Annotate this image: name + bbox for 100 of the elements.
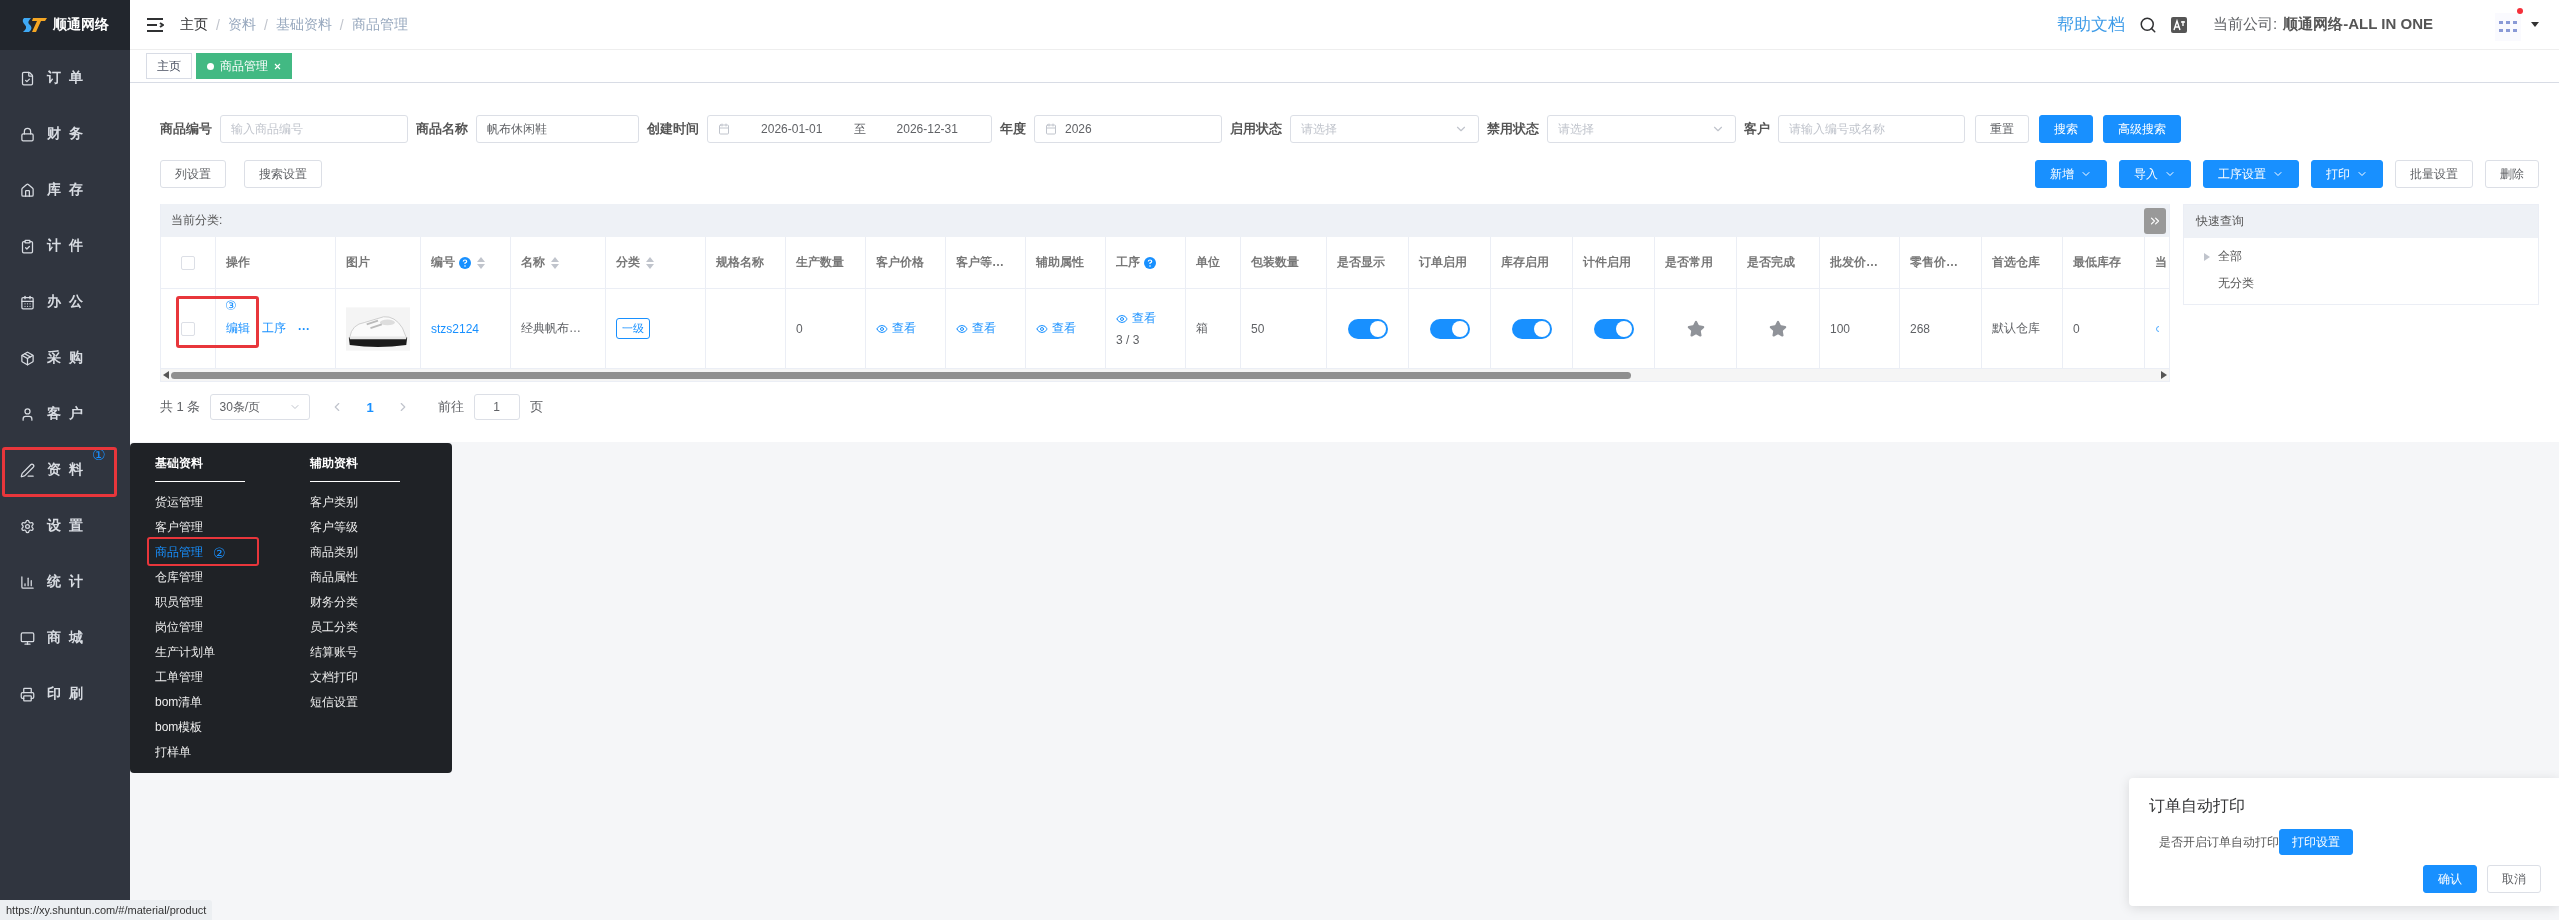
- company-label: 当前公司:: [2213, 15, 2278, 34]
- menu-item[interactable]: 结算账号: [310, 640, 400, 665]
- cancel-button[interactable]: 取消: [2487, 865, 2541, 893]
- sort-icon[interactable]: [551, 256, 559, 269]
- column-header: 库存启用: [1501, 254, 1549, 271]
- settings-button[interactable]: 搜索设置: [244, 160, 322, 188]
- menu-icon[interactable]: [146, 17, 164, 32]
- star-icon[interactable]: [1686, 319, 1705, 338]
- sidebar-item-icon: [20, 350, 35, 366]
- filter-label: 创建时间: [647, 120, 699, 138]
- menu-item[interactable]: 工单管理: [155, 665, 245, 690]
- menu-item[interactable]: 商品管理 ②: [155, 540, 245, 565]
- menu-item[interactable]: 商品类别: [310, 540, 400, 565]
- sidebar-item[interactable]: 库存: [0, 162, 130, 218]
- toolbar-button[interactable]: 删除: [2485, 160, 2539, 188]
- page-size-select[interactable]: 30条/页: [210, 394, 311, 420]
- sidebar-item[interactable]: 统计: [0, 554, 130, 610]
- breadcrumb-separator: /: [339, 16, 344, 33]
- column-header[interactable]: 名称: [521, 254, 559, 271]
- breadcrumb-separator: /: [216, 16, 220, 33]
- menu-item[interactable]: bom模板: [155, 715, 245, 740]
- year-field[interactable]: 2026: [1034, 115, 1222, 143]
- menu-item[interactable]: 打样单: [155, 740, 245, 765]
- goto-page-field[interactable]: 1: [473, 394, 520, 420]
- table-cell-text: 50: [1251, 321, 1265, 336]
- menu-item[interactable]: bom清单: [155, 690, 245, 715]
- close-icon[interactable]: [274, 62, 281, 70]
- toggle-switch[interactable]: [1593, 318, 1634, 339]
- toggle-switch[interactable]: [1429, 318, 1470, 339]
- menu-item[interactable]: 客户等级: [310, 515, 400, 540]
- sort-icon[interactable]: [646, 256, 654, 269]
- table-cell-text: 100: [1830, 321, 1851, 336]
- sidebar-item[interactable]: 客户: [0, 386, 130, 442]
- menu-item[interactable]: 岗位管理: [155, 615, 245, 640]
- sidebar-item-icon: [20, 182, 35, 198]
- caret-icon[interactable]: [2531, 22, 2539, 27]
- menu-item[interactable]: 商品属性: [310, 565, 400, 590]
- expand-caret-icon[interactable]: [2204, 252, 2210, 261]
- menu-item[interactable]: 仓库管理: [155, 565, 245, 590]
- tree-item[interactable]: 无分类: [2204, 275, 2538, 292]
- toolbar-button[interactable]: 批量设置: [2395, 160, 2473, 188]
- table-cell-text: 默认仓库: [1992, 320, 2040, 337]
- column-header: 订单启用: [1419, 254, 1467, 271]
- column-header[interactable]: 分类: [616, 254, 654, 271]
- collapse-button[interactable]: [2144, 207, 2166, 234]
- sidebar-item-icon: [20, 238, 35, 254]
- sort-icon[interactable]: [477, 256, 485, 269]
- column-header[interactable]: 编号: [431, 254, 485, 271]
- menu-item[interactable]: 货运管理: [155, 490, 245, 515]
- horizontal-scrollbar[interactable]: [161, 369, 2169, 381]
- filter-label: 客户: [1744, 120, 1770, 138]
- column-header: 首选仓库: [1992, 254, 2040, 271]
- sidebar-item[interactable]: 设置: [0, 498, 130, 554]
- dialog-title: 订单自动打印: [2149, 796, 2246, 816]
- toggle-switch[interactable]: [1511, 318, 1552, 339]
- menu-item[interactable]: 生产计划单: [155, 640, 245, 665]
- sidebar-item[interactable]: 办公: [0, 274, 130, 330]
- menu-item[interactable]: 员工分类: [310, 615, 400, 640]
- row-checkbox[interactable]: [181, 321, 195, 336]
- menu-item[interactable]: 文档打印: [310, 665, 400, 690]
- filter-label: 年度: [1000, 120, 1026, 138]
- breadcrumb-item[interactable]: 主页: [180, 15, 208, 34]
- toggle-switch[interactable]: [1347, 318, 1388, 339]
- sidebar-item[interactable]: 印刷: [0, 666, 130, 722]
- eye-icon: [876, 322, 888, 335]
- date-range-field[interactable]: 2026-01-01 至 2026-12-31: [707, 115, 992, 143]
- scroll-right-icon[interactable]: [2161, 371, 2167, 379]
- column-header: 生产数量: [796, 254, 844, 271]
- sidebar-item-icon: [20, 518, 35, 534]
- sidebar-item-icon: [20, 406, 35, 422]
- sidebar-item[interactable]: 计件: [0, 218, 130, 274]
- settings-button[interactable]: 列设置: [160, 160, 226, 188]
- scroll-left-icon[interactable]: [163, 371, 169, 379]
- sidebar-item[interactable]: 商城: [0, 610, 130, 666]
- goto-label: 前往: [437, 398, 464, 416]
- page-tab[interactable]: 主页: [146, 53, 192, 79]
- sidebar-item-icon: [20, 462, 35, 478]
- menu-heading: 辅助资料: [310, 455, 400, 482]
- sidebar-item[interactable]: 订单: [0, 50, 130, 106]
- column-header: 是否显示: [1337, 254, 1385, 271]
- menu-item[interactable]: 客户类别: [310, 490, 400, 515]
- sidebar-item-icon: [20, 294, 35, 310]
- filter-button[interactable]: 重置: [1975, 115, 2029, 143]
- search-icon[interactable]: [2139, 15, 2158, 34]
- translate-icon[interactable]: [2171, 16, 2188, 33]
- dialog-message: 是否开启订单自动打印: [2159, 833, 2279, 851]
- select-all-checkbox[interactable]: [181, 255, 195, 270]
- star-icon[interactable]: [1769, 319, 1787, 338]
- menu-item[interactable]: 财务分类: [310, 590, 400, 615]
- help-icon[interactable]: [1144, 256, 1156, 269]
- sidebar-item[interactable]: 财务: [0, 106, 130, 162]
- tree-item[interactable]: 全部: [2204, 248, 2538, 265]
- menu-item[interactable]: 客户管理: [155, 515, 245, 540]
- menu-item[interactable]: 职员管理: [155, 590, 245, 615]
- category-label: 当前分类:: [171, 212, 223, 229]
- text-field[interactable]: 帆布休闲鞋: [476, 115, 639, 143]
- sidebar-item[interactable]: 采购: [0, 330, 130, 386]
- menu-item[interactable]: 短信设置: [310, 690, 400, 715]
- help-icon[interactable]: [459, 256, 471, 269]
- table-cell-text: 0: [2073, 321, 2080, 336]
